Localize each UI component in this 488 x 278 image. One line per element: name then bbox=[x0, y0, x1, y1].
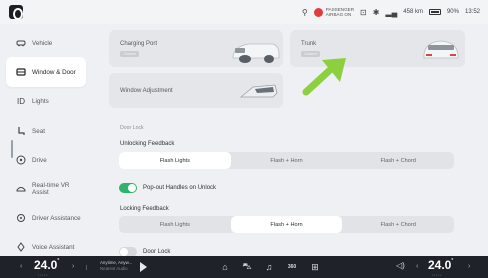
charging-port-car-image bbox=[232, 43, 280, 63]
sidebar-item-driver-assistance[interactable]: Driver Assistance bbox=[6, 203, 86, 233]
lock-option-flash-chord[interactable]: Flash + Chord bbox=[342, 216, 454, 233]
bottom-dock: ‹ 24.0° ▪▪▪▪▪ › Anytime, Anyw... Nearest… bbox=[0, 256, 488, 278]
volume-icon[interactable]: ◁) bbox=[396, 261, 405, 270]
music-icon[interactable]: ♫ bbox=[262, 260, 276, 274]
status-bar: ⚲ PASSENGER AIRBAG ON ⊡ ✱ ▂▄ 458 km 90% … bbox=[0, 0, 488, 24]
trunk-title: Trunk bbox=[301, 41, 317, 47]
right-temperature[interactable]: 24.0° bbox=[428, 258, 453, 272]
clock: 13:52 bbox=[464, 9, 480, 15]
sidebar-item-window-door[interactable]: Window & Door bbox=[6, 57, 86, 87]
window-door-icon bbox=[16, 67, 26, 77]
toggle-knob bbox=[128, 184, 136, 192]
charging-port-card[interactable]: Charging Port Closed bbox=[109, 30, 283, 67]
left-temp-unit: ° bbox=[57, 258, 60, 264]
range-text: 458 km bbox=[403, 9, 423, 15]
battery-text: 90% bbox=[446, 9, 459, 15]
unlock-option-flash-horn[interactable]: Flash + Horn bbox=[231, 152, 343, 169]
unlocking-feedback-selector: Flash Lights Flash + Horn Flash + Chord bbox=[119, 152, 454, 169]
battery-icon bbox=[428, 9, 441, 15]
voice-assistant-icon bbox=[16, 242, 26, 252]
airbag-status: PASSENGER AIRBAG ON bbox=[313, 7, 354, 17]
signal-icon: ▂▄ bbox=[385, 7, 398, 17]
popout-handles-toggle[interactable] bbox=[119, 183, 137, 193]
airbag-line2: AIRBAG ON bbox=[325, 12, 352, 17]
popout-handles-label: Pop-out Handles on Unlock bbox=[143, 185, 217, 191]
car-control-icon[interactable]: ⛍ bbox=[240, 260, 254, 274]
left-temp-value: 24.0 bbox=[34, 258, 58, 272]
charging-port-title: Charging Port bbox=[120, 41, 158, 47]
apps-grid-icon[interactable]: ⊞ bbox=[308, 260, 322, 274]
sidebar-item-label: Vehicle bbox=[32, 39, 53, 47]
bluetooth-icon: ✱ bbox=[372, 7, 380, 17]
unlock-option-flash-chord[interactable]: Flash + Chord bbox=[342, 152, 454, 169]
unlock-option-flash-lights[interactable]: Flash Lights bbox=[119, 152, 231, 169]
lock-status-icon: ⚲ bbox=[301, 7, 308, 17]
window-adjustment-card[interactable]: Window Adjustment bbox=[109, 73, 283, 108]
divider bbox=[86, 265, 87, 270]
camera-360-icon[interactable]: 360 bbox=[285, 260, 299, 274]
right-temp-value: 24.0 bbox=[428, 258, 452, 272]
app-logo-icon[interactable] bbox=[9, 5, 23, 20]
window-adjustment-title: Window Adjustment bbox=[120, 88, 173, 94]
wireless-charge-icon: ⊡ bbox=[360, 7, 367, 17]
media-info[interactable]: Anytime, Anyw... Nearest Audio bbox=[100, 260, 132, 272]
left-temperature[interactable]: 24.0° bbox=[34, 258, 59, 272]
left-temp-decrease-icon[interactable]: ‹ bbox=[20, 263, 22, 270]
right-temp-level-icon: ▪▪▪▪▪ bbox=[432, 273, 443, 277]
lock-option-flash-horn[interactable]: Flash + Horn bbox=[230, 216, 343, 233]
left-temp-increase-icon[interactable]: › bbox=[72, 263, 74, 270]
sidebar-item-label: Drive bbox=[32, 156, 47, 164]
sidebar-item-lights[interactable]: ID Lights bbox=[6, 86, 86, 116]
lock-option-flash-lights[interactable]: Flash Lights bbox=[119, 216, 231, 233]
pointer-arrow-icon bbox=[302, 58, 346, 96]
sidebar-item-label: Lights bbox=[32, 97, 49, 105]
airbag-icon bbox=[313, 7, 323, 17]
window-adjustment-image bbox=[239, 84, 278, 98]
sidebar-item-label: Driver Assistance bbox=[32, 214, 81, 222]
right-temp-unit: ° bbox=[451, 258, 454, 264]
sidebar-item-label: Real-time VR Assist bbox=[32, 182, 70, 196]
locking-feedback-selector: Flash Lights Flash + Horn Flash + Chord bbox=[119, 216, 454, 233]
sidebar-item-drive[interactable]: Drive bbox=[6, 145, 86, 175]
camera-360-label: 360 bbox=[287, 264, 297, 270]
home-icon[interactable]: ⌂ bbox=[218, 260, 232, 274]
trunk-car-image bbox=[423, 40, 459, 59]
steering-wheel-icon bbox=[16, 155, 26, 165]
sidebar-item-label: Voice Assistant bbox=[32, 243, 75, 251]
sidebar-item-vehicle[interactable]: Vehicle bbox=[6, 28, 86, 58]
right-temp-increase-icon[interactable]: › bbox=[468, 263, 470, 270]
left-temp-level-icon: ▪▪▪▪▪ bbox=[38, 273, 49, 277]
door-lock-section-label: Door Lock bbox=[120, 125, 144, 131]
driver-assistance-icon bbox=[16, 213, 26, 223]
play-icon[interactable] bbox=[140, 262, 147, 272]
door-lock-label: Door Lock bbox=[143, 249, 171, 255]
seat-icon bbox=[16, 126, 26, 136]
sidebar: Vehicle Window & Door ID Lights Seat Dri… bbox=[0, 24, 92, 256]
locking-feedback-label: Locking Feedback bbox=[120, 206, 169, 212]
sidebar-item-vr-assist[interactable]: Real-time VR Assist bbox=[6, 174, 86, 204]
media-subtitle: Nearest Audio bbox=[100, 266, 128, 271]
status-indicators: ⚲ PASSENGER AIRBAG ON ⊡ ✱ ▂▄ 458 km 90% … bbox=[302, 0, 480, 24]
toggle-knob bbox=[120, 248, 128, 256]
unlocking-feedback-label: Unlocking Feedback bbox=[120, 141, 175, 147]
car-icon bbox=[16, 38, 26, 48]
charging-port-status-badge: Closed bbox=[120, 51, 139, 57]
sidebar-item-label: Window & Door bbox=[32, 68, 76, 76]
sidebar-item-label: Seat bbox=[32, 127, 45, 135]
lights-icon: ID bbox=[17, 96, 25, 106]
sidebar-item-seat[interactable]: Seat bbox=[6, 116, 86, 146]
vr-assist-icon bbox=[16, 184, 26, 194]
right-temp-decrease-icon[interactable]: ‹ bbox=[416, 263, 418, 270]
